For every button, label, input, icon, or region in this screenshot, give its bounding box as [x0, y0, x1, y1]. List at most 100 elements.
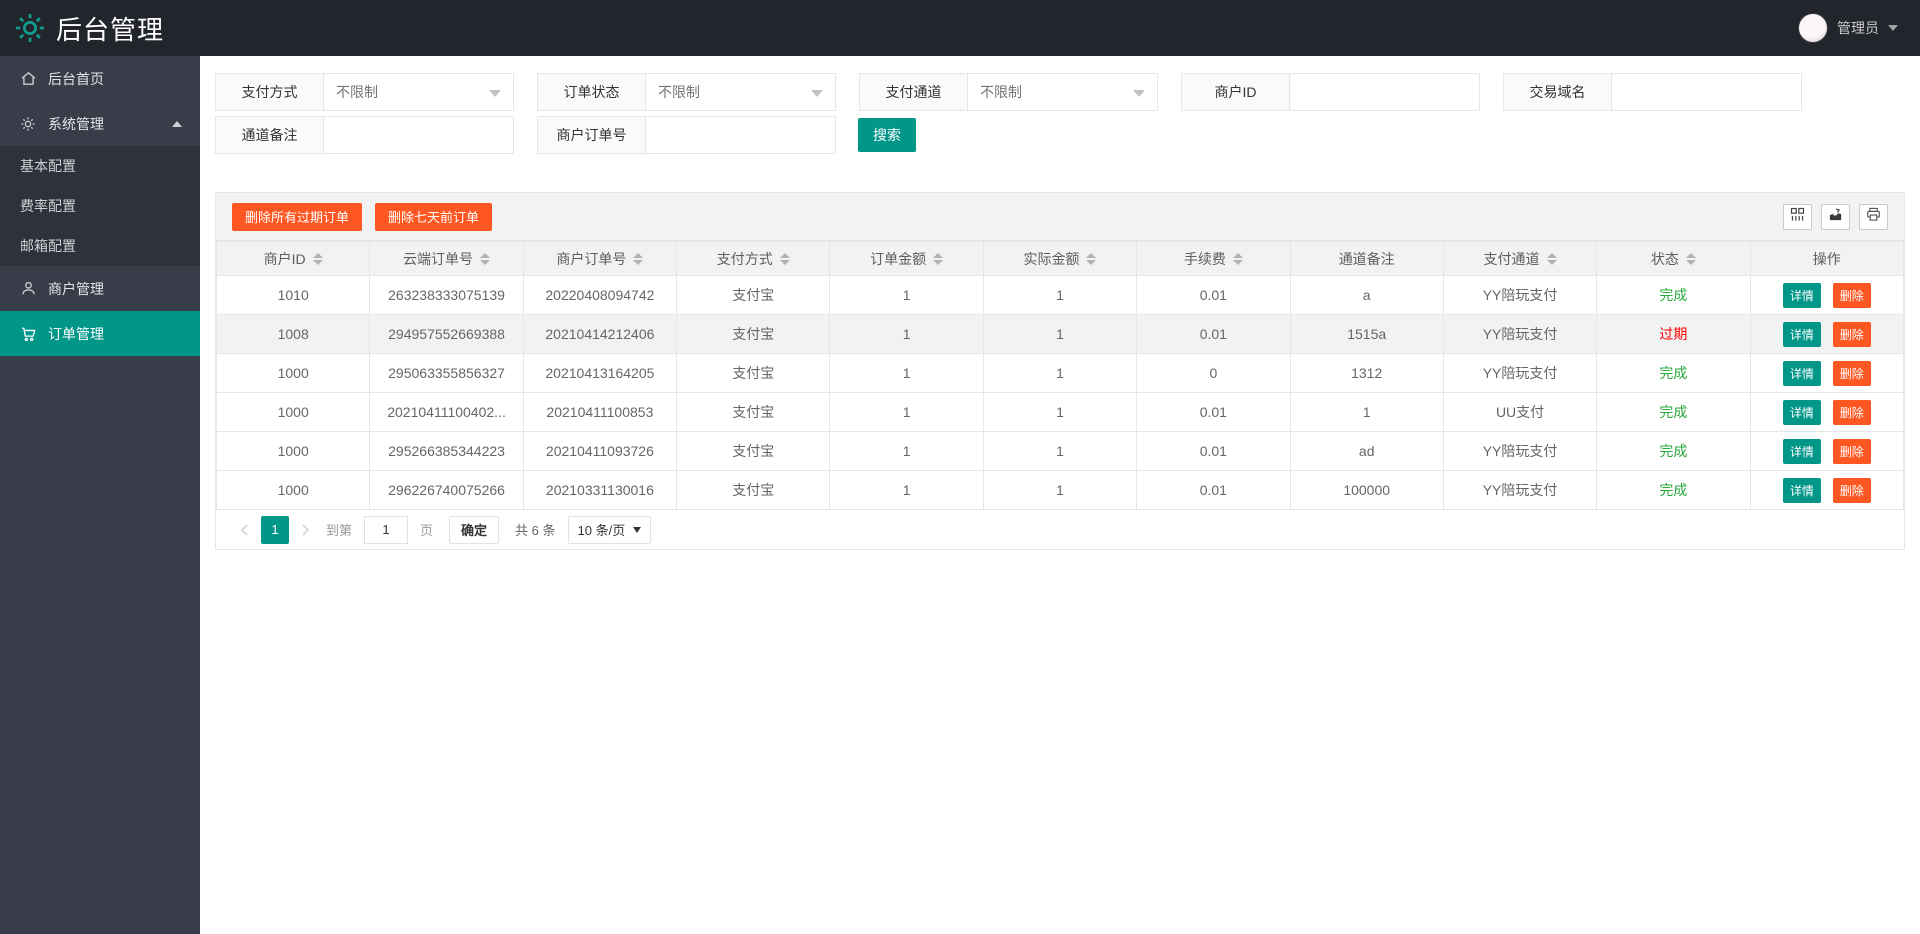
sidebar-item-system[interactable]: 系统管理: [0, 101, 200, 146]
cell-pay-method: 支付宝: [676, 392, 831, 432]
col-pay-channel[interactable]: 支付通道: [1442, 241, 1598, 276]
merchant-order-no-input[interactable]: [646, 117, 835, 153]
detail-button[interactable]: 详情: [1782, 321, 1821, 347]
trade-domain-input[interactable]: [1612, 74, 1801, 110]
sort-icon[interactable]: [1685, 252, 1696, 265]
sort-icon[interactable]: [312, 252, 323, 265]
cell-channel-remark: 1: [1289, 392, 1444, 432]
filter-merchant-id: 商户ID: [1181, 73, 1480, 111]
total-count-label: 共 6 条: [515, 523, 556, 538]
goto-page-input[interactable]: [364, 515, 409, 544]
cell-channel-remark: 1515a: [1289, 314, 1444, 354]
app-title: 后台管理: [56, 14, 165, 45]
sidebar-item-basic-config[interactable]: 基本配置: [0, 146, 200, 186]
cell-fee: 0.01: [1136, 392, 1291, 432]
cell-merchant-id: 1000: [215, 353, 371, 393]
cell-actions: 详情 删除: [1749, 353, 1905, 393]
select-value: 不限制: [980, 84, 1022, 100]
sort-icon[interactable]: [1546, 252, 1557, 265]
sidebar-item-label: 邮箱配置: [20, 238, 76, 254]
col-order-amount[interactable]: 订单金额: [829, 241, 984, 276]
cell-channel-remark: 1312: [1289, 353, 1444, 393]
table-row: 1008 294957552669388 20210414212406 支付宝 …: [215, 314, 1905, 354]
print-button[interactable]: [1859, 203, 1888, 230]
sort-icon[interactable]: [480, 252, 491, 265]
col-pay-method[interactable]: 支付方式: [676, 241, 831, 276]
detail-button[interactable]: 详情: [1782, 399, 1821, 425]
detail-button[interactable]: 详情: [1782, 477, 1821, 503]
order-status-select[interactable]: 不限制: [646, 74, 835, 110]
filter-label: 支付通道: [860, 74, 968, 110]
delete-expired-orders-button[interactable]: 删除所有过期订单: [232, 202, 363, 231]
goto-confirm-button[interactable]: 确定: [449, 515, 500, 544]
avatar[interactable]: [1798, 13, 1828, 43]
col-actual-amount[interactable]: 实际金额: [982, 241, 1138, 276]
delete-button[interactable]: 删除: [1832, 399, 1871, 425]
delete-button[interactable]: 删除: [1832, 282, 1871, 308]
channel-remark-input[interactable]: [324, 117, 513, 153]
pay-channel-select[interactable]: 不限制: [968, 74, 1157, 110]
cell-pay-channel: YY陪玩支付: [1442, 470, 1598, 510]
cell-channel-remark: ad: [1289, 431, 1444, 471]
chevron-up-icon: [172, 116, 182, 127]
col-actions: 操作: [1749, 241, 1905, 276]
col-status[interactable]: 状态: [1596, 241, 1751, 276]
columns-filter-button[interactable]: [1783, 203, 1812, 230]
cell-merchant-id: 1000: [215, 470, 371, 510]
cell-merchant-order-no: 20210414212406: [522, 314, 678, 354]
sidebar-item-merchants[interactable]: 商户管理: [0, 266, 200, 311]
sidebar-item-rate-config[interactable]: 费率配置: [0, 186, 200, 226]
col-fee[interactable]: 手续费: [1136, 241, 1291, 276]
detail-button[interactable]: 详情: [1782, 282, 1821, 308]
sidebar-item-home[interactable]: 后台首页: [0, 56, 200, 101]
system-submenu: 基本配置 费率配置 邮箱配置: [0, 146, 200, 266]
cell-merchant-id: 1010: [215, 275, 371, 315]
user-menu[interactable]: 管理员: [1798, 13, 1920, 43]
cell-order-amount: 1: [829, 353, 984, 393]
filter-label: 订单状态: [538, 74, 646, 110]
cell-merchant-id: 1000: [215, 431, 371, 471]
sort-icon[interactable]: [633, 252, 644, 265]
sort-icon[interactable]: [779, 252, 790, 265]
page-size-select[interactable]: 10 条/页: [567, 515, 652, 544]
chevron-down-icon: [1133, 90, 1145, 103]
sort-icon[interactable]: [1232, 252, 1243, 265]
app-brand: 后台管理: [0, 10, 164, 47]
col-merchant-id[interactable]: 商户ID: [215, 241, 371, 276]
gear-icon: [20, 115, 37, 132]
delete-button[interactable]: 删除: [1832, 438, 1871, 464]
prev-page-button[interactable]: [232, 523, 257, 537]
filter-merchant-order-no: 商户订单号: [537, 116, 836, 154]
home-icon: [20, 70, 37, 87]
delete-button[interactable]: 删除: [1832, 360, 1871, 386]
col-cloud-order-no[interactable]: 云端订单号: [369, 241, 524, 276]
sidebar-item-orders[interactable]: 订单管理: [0, 311, 200, 356]
merchant-id-input[interactable]: [1290, 74, 1479, 110]
export-button[interactable]: [1821, 203, 1850, 230]
sort-icon[interactable]: [1086, 252, 1097, 265]
delete-button[interactable]: 删除: [1832, 477, 1871, 503]
filter-label: 商户ID: [1182, 74, 1290, 110]
delete-week-old-orders-button[interactable]: 删除七天前订单: [375, 202, 493, 231]
current-page[interactable]: 1: [261, 515, 289, 544]
search-button[interactable]: 搜索: [858, 118, 916, 152]
pay-method-select[interactable]: 不限制: [324, 74, 513, 110]
cell-merchant-order-no: 20210411100853: [522, 392, 678, 432]
filter-trade-domain: 交易域名: [1503, 73, 1802, 111]
cell-pay-method: 支付宝: [676, 470, 831, 510]
goto-suffix-label: 页: [420, 523, 434, 538]
col-merchant-order-no[interactable]: 商户订单号: [522, 241, 678, 276]
sidebar-item-label: 后台首页: [48, 70, 104, 87]
sidebar-item-mail-config[interactable]: 邮箱配置: [0, 226, 200, 266]
delete-button[interactable]: 删除: [1832, 321, 1871, 347]
filter-label: 支付方式: [216, 74, 324, 110]
cell-order-amount: 1: [829, 392, 984, 432]
sort-icon[interactable]: [933, 252, 944, 265]
next-page-button[interactable]: [293, 523, 318, 537]
detail-button[interactable]: 详情: [1782, 360, 1821, 386]
filter-label: 通道备注: [216, 117, 324, 153]
goto-prefix-label: 到第: [326, 523, 353, 538]
cell-actions: 详情 删除: [1749, 470, 1905, 510]
cell-pay-method: 支付宝: [676, 314, 831, 354]
detail-button[interactable]: 详情: [1782, 438, 1821, 464]
